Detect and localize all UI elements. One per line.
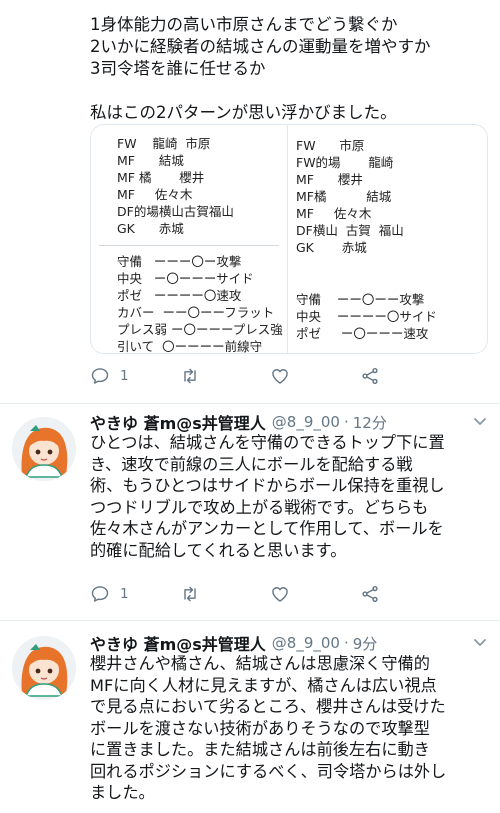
avatar-illustration [12,636,76,700]
tactic-scale-row: ポゼ ー〇ーーー速攻 [296,326,429,341]
tweet-2-line: つつドリブルで攻め上がる戦術です。どちらも [90,497,429,517]
avatar[interactable] [12,636,76,700]
timestamp[interactable]: 9分 [353,633,378,654]
tactic-scale-row: 引いて 〇ーーーー前線守 [117,339,263,354]
tweet-separator [0,620,500,621]
tweet-2-line: 佐々木さんがアンカーとして作用して、ボールを [90,519,444,538]
retweet-icon [184,368,196,384]
share-button[interactable] [360,366,450,386]
tweet-3-line: で見る点において劣るところ、櫻井さんは受けた [90,697,446,716]
chevron-down-icon [474,639,486,646]
tactic-scale-row: カバー ーー〇ーーフラット [117,305,275,320]
tweet-3-line: 回れるポジションにするべく、司令塔からは外し [90,761,447,781]
tweet-2-line: 的確に配給してくれると思います。 [90,540,347,560]
like-button[interactable] [270,584,360,604]
formation-row: MF橘 結城 [296,189,392,204]
formation-row: MF 佐々木 [296,206,372,221]
tactic-scale-row: 守備 ーー〇ーー攻撃 [296,292,425,307]
tactic-scale-row: ポゼ ーーーー〇速攻 [117,288,242,303]
formation-row: FW的場 龍崎 [296,155,394,170]
avatar-illustration [12,417,76,481]
reply-count: 1 [120,586,129,602]
reply-button[interactable]: 1 [90,584,180,604]
tweet-2-header: やきゆ 蒼m@s丼管理人 @8_9_00 · 12分 [90,411,490,433]
display-name[interactable]: やきゆ 蒼m@s丼管理人 [90,410,266,434]
tweet-2-line: き、速攻で前線の三人にボールを配給する戦 [90,454,413,474]
share-icon [362,367,378,385]
heart-icon [272,587,288,602]
formation-row: FW 龍崎 市原 [117,136,211,151]
tweet-2[interactable]: やきゆ 蒼m@s丼管理人 @8_9_00 · 12分 ひとつは、結城さんを守備の… [0,411,500,611]
tactic-scale-row: 中央 ーーーー〇サイド [296,309,437,324]
separator-dot: · [343,634,349,652]
avatar[interactable] [12,417,76,481]
reply-icon [91,368,109,384]
timestamp[interactable]: 12分 [353,412,387,433]
tweet-1-actions: 1 [90,364,450,388]
user-handle[interactable]: @8_9_00 [272,413,340,431]
retweet-button[interactable] [180,366,270,386]
reply-count: 1 [120,368,129,384]
user-handle[interactable]: @8_9_00 [272,634,340,652]
separator-dot: · [343,413,349,431]
tweet-3-line: に置きました。また結城さんは前後左右に動き [90,740,430,759]
tweet-menu-button[interactable] [472,413,488,429]
tweet-2-line: 術、もうひとつはサイドからボール保持を重視し [90,476,445,495]
tactic-scale-row: 守備 ーーー〇ー攻撃 [117,254,242,269]
tweet-1-text: 1身体能力の高い市原さんまでどう繋ぐか 2いかに経験者の結城さんの運動量を増やす… [90,14,490,124]
tweet-1-line: 私はこの2パターンが思い浮かびました。 [90,103,397,122]
formation-row: GK 赤城 [296,240,367,255]
reply-icon [91,586,109,602]
tweet-2-actions: 1 [90,582,450,606]
panel-divider [99,245,279,246]
formation-row: GK 赤城 [117,221,184,236]
retweet-button[interactable] [180,584,270,604]
tweet-1-line: 2いかに経験者の結城さんの運動量を増やすか [90,37,431,56]
tweet-1-image[interactable]: FW 龍崎 市原 MF 結城 MF 橘 櫻井 MF 佐々木 DF的場横山古賀福山… [90,124,488,354]
tweet-menu-button[interactable] [472,634,488,650]
tweet-2-line: ひとつは、結城さんを守備のできるトップ下に置 [90,433,445,452]
formation-row: MF 佐々木 [117,187,193,202]
tweet-1-line: 1身体能力の高い市原さんまでどう繋ぐか [90,15,398,34]
formation-panel-right: FW 市原 FW的場 龍崎 MF 櫻井 MF橘 結城 MF 佐々木 DF横山 古… [288,125,487,353]
tweet-3-line: 櫻井さんや橘さん、結城さんは思慮深く守備的 [90,654,430,673]
formation-panel-left: FW 龍崎 市原 MF 結城 MF 橘 櫻井 MF 佐々木 DF的場横山古賀福山… [91,125,288,353]
formation-row: DF横山 古賀 福山 [296,223,404,238]
tweet-3-header: やきゆ 蒼m@s丼管理人 @8_9_00 · 9分 [90,632,490,654]
formation-row: MF 結城 [117,153,184,168]
tweet-3-text: 櫻井さんや橘さん、結城さんは思慮深く守備的 MFに向く人材に見えますが、橘さんは… [90,653,495,804]
tactic-scale-row: プレス弱 ー〇ーーープレス強 [117,322,283,337]
tweet-2-text: ひとつは、結城さんを守備のできるトップ下に置 き、速攻で前線の三人にボールを配給… [90,432,495,561]
tweet-3[interactable]: やきゆ 蒼m@s丼管理人 @8_9_00 · 9分 櫻井さんや橘さん、結城さんは… [0,632,500,813]
tweet-1-line [90,80,490,102]
formation-row: FW 市原 [296,138,365,153]
like-button[interactable] [270,366,360,386]
share-icon [362,585,378,603]
chevron-down-icon [474,418,486,425]
heart-icon [272,369,288,384]
formation-row: DF的場横山古賀福山 [117,204,234,219]
tactic-scale-row: 中央 ー〇ーーーサイド [117,271,254,286]
tweet-3-line: MFに向く人材に見えますが、橘さんは広い視点 [90,675,437,695]
retweet-icon [184,586,196,602]
formation-row: MF 橘 櫻井 [117,170,205,185]
reply-button[interactable]: 1 [90,366,180,386]
share-button[interactable] [360,584,450,604]
display-name[interactable]: やきゆ 蒼m@s丼管理人 [90,631,266,655]
tweet-3-line: ました。 [90,783,155,802]
tweet-1-line: 3司令塔を誰に任せるか [90,59,266,78]
tweet-3-line: ボールを渡さない技術がありそうなので攻撃型 [90,718,430,738]
tweet-separator [0,403,500,404]
formation-row: MF 櫻井 [296,172,363,187]
